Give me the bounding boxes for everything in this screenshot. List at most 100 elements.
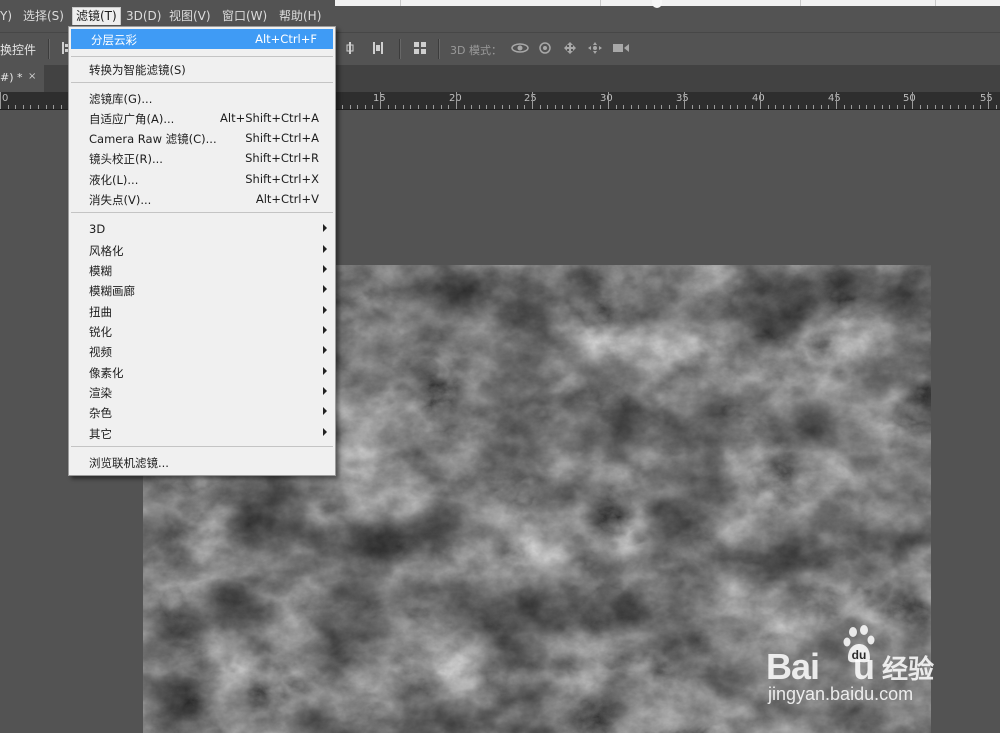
- ruler-tick: [935, 105, 936, 109]
- transform-controls-label[interactable]: 换控件: [0, 41, 36, 58]
- ruler-tick: [61, 105, 62, 109]
- menu-item-vanishing-point[interactable]: 消失点(V)... Alt+Ctrl+V: [69, 189, 335, 209]
- menu-divider: [71, 212, 333, 213]
- 3d-roll-icon[interactable]: [537, 41, 553, 55]
- ruler-tick: [464, 105, 465, 109]
- submenu-arrow-icon: [323, 285, 327, 293]
- 3d-pan-icon[interactable]: [562, 41, 578, 55]
- baidu-watermark: Bai u du 经验 jingyan.baidu.com: [766, 622, 946, 712]
- ruler-tick: [638, 105, 639, 109]
- ruler-tick: [889, 105, 890, 109]
- menu-item-shortcut: Alt+Ctrl+F: [255, 32, 317, 46]
- ruler-tick: [988, 92, 989, 109]
- menu-help[interactable]: 帮助(H): [279, 8, 321, 25]
- ruler-label: 55: [980, 93, 993, 104]
- ruler-tick: [532, 92, 533, 109]
- close-icon[interactable]: ×: [28, 71, 36, 82]
- ruler-label: 45: [828, 93, 841, 104]
- auto-align-icon[interactable]: [412, 41, 428, 55]
- menu-item-label: 镜头校正(R)...: [89, 152, 163, 166]
- ruler-tick: [441, 105, 442, 109]
- menu-item-label: 渲染: [89, 386, 112, 400]
- ruler-tick: [623, 105, 624, 109]
- distribute-icon[interactable]: [346, 41, 362, 55]
- menu-item-blur-gallery[interactable]: 模糊画廊: [69, 280, 335, 300]
- ruler-tick: [699, 105, 700, 109]
- menu-image[interactable]: Y): [0, 8, 12, 25]
- ruler-tick: [874, 105, 875, 109]
- menu-item-label: 模糊: [89, 264, 112, 278]
- menu-filter[interactable]: 滤镜(T): [72, 7, 121, 25]
- submenu-arrow-icon: [323, 346, 327, 354]
- menu-window[interactable]: 窗口(W): [222, 8, 267, 25]
- menu-item-render[interactable]: 渲染: [69, 382, 335, 402]
- menu-select[interactable]: 选择(S): [23, 8, 64, 25]
- paw-logo-icon: du: [843, 625, 875, 663]
- ruler-tick: [661, 105, 662, 109]
- menu-item-shortcut: Shift+Ctrl+X: [245, 172, 319, 186]
- menu-item-lens-correction[interactable]: 镜头校正(R)... Shift+Ctrl+R: [69, 148, 335, 168]
- ruler-tick: [684, 92, 685, 109]
- ruler-tick: [524, 105, 525, 109]
- ruler-tick: [388, 105, 389, 109]
- ruler-tick: [798, 105, 799, 109]
- ruler-tick: [996, 105, 997, 109]
- filter-dropdown-menu: 分层云彩 Alt+Ctrl+F 转换为智能滤镜(S) 滤镜库(G)... 自适应…: [68, 26, 336, 476]
- menu-item-label: 风格化: [89, 244, 124, 258]
- distribute-horizontal-icon[interactable]: [370, 41, 386, 55]
- ruler-tick: [410, 105, 411, 109]
- ruler-tick: [920, 105, 921, 109]
- menu-item-distort[interactable]: 扭曲: [69, 301, 335, 321]
- ruler-tick: [585, 105, 586, 109]
- menu-item-browse-online-filters[interactable]: 浏览联机滤镜...: [69, 452, 335, 472]
- ruler-tick: [471, 105, 472, 109]
- ruler-label: 30: [600, 93, 613, 104]
- ruler-label: 35: [676, 93, 689, 104]
- ruler-tick: [965, 105, 966, 109]
- 3d-orbit-icon[interactable]: [510, 41, 530, 55]
- menu-item-difference-clouds[interactable]: 分层云彩 Alt+Ctrl+F: [71, 29, 333, 49]
- ruler-tick: [897, 105, 898, 109]
- ruler-tick: [540, 105, 541, 109]
- menu-item-stylize[interactable]: 风格化: [69, 240, 335, 260]
- ruler-tick: [783, 105, 784, 109]
- menu-item-3d[interactable]: 3D: [69, 219, 335, 239]
- submenu-arrow-icon: [323, 407, 327, 415]
- menu-item-convert-smart-filter[interactable]: 转换为智能滤镜(S): [69, 59, 335, 79]
- ruler-tick: [866, 105, 867, 109]
- ruler-tick: [608, 92, 609, 109]
- menu-item-video[interactable]: 视频: [69, 341, 335, 361]
- ruler-tick: [790, 105, 791, 109]
- ruler-tick: [654, 105, 655, 109]
- menu-item-camera-raw[interactable]: Camera Raw 滤镜(C)... Shift+Ctrl+A: [69, 128, 335, 148]
- ruler-tick: [775, 105, 776, 109]
- ruler-tick: [821, 105, 822, 109]
- menu-item-noise[interactable]: 杂色: [69, 402, 335, 422]
- ruler-tick: [448, 105, 449, 109]
- menu-3d[interactable]: 3D(D): [126, 8, 161, 25]
- 3d-scale-icon[interactable]: [612, 41, 630, 55]
- ruler-tick: [745, 105, 746, 109]
- menu-item-blur[interactable]: 模糊: [69, 260, 335, 280]
- 3d-mode-label: 3D 模式：: [450, 44, 502, 57]
- menu-view[interactable]: 视图(V): [169, 8, 211, 25]
- document-tab[interactable]: #) * ×: [0, 65, 44, 92]
- menu-item-other[interactable]: 其它: [69, 423, 335, 443]
- menu-item-label: 3D: [89, 222, 106, 236]
- watermark-url: jingyan.baidu.com: [768, 684, 914, 704]
- menu-item-adaptive-wide-angle[interactable]: 自适应广角(A)... Alt+Shift+Ctrl+A: [69, 108, 335, 128]
- 3d-slide-icon[interactable]: [587, 41, 603, 55]
- menu-item-liquify[interactable]: 液化(L)... Shift+Ctrl+X: [69, 169, 335, 189]
- menu-item-label: 自适应广角(A)...: [89, 112, 175, 126]
- menu-item-label: 杂色: [89, 406, 112, 420]
- ruler-tick: [836, 92, 837, 109]
- ruler-tick: [676, 105, 677, 109]
- menu-item-sharpen[interactable]: 锐化: [69, 321, 335, 341]
- ruler-tick: [426, 105, 427, 109]
- ruler-tick: [593, 105, 594, 109]
- menu-item-label: 液化(L)...: [89, 173, 139, 187]
- menu-item-filter-gallery[interactable]: 滤镜库(G)...: [69, 88, 335, 108]
- ruler-tick: [570, 105, 571, 109]
- watermark-cn: 经验: [882, 655, 935, 685]
- menu-item-pixelate[interactable]: 像素化: [69, 362, 335, 382]
